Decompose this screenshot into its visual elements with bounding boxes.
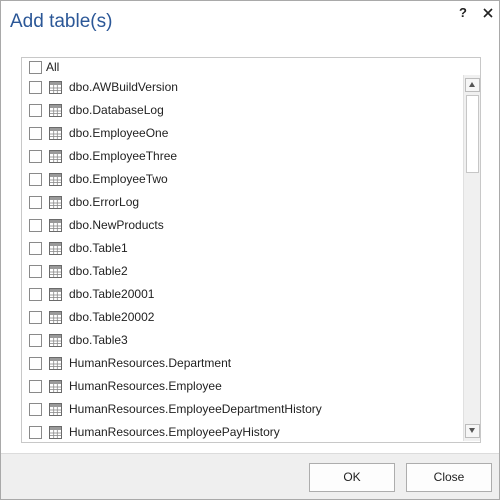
table-row[interactable]: dbo.Table2 <box>22 260 462 283</box>
table-icon <box>49 242 62 255</box>
scroll-down-arrow-icon[interactable] <box>465 424 480 438</box>
table-checkbox[interactable] <box>29 311 42 324</box>
table-icon <box>49 357 62 370</box>
table-row[interactable]: dbo.Table20002 <box>22 306 462 329</box>
table-icon <box>49 81 62 94</box>
table-name-label: dbo.DatabaseLog <box>69 103 164 117</box>
dialog-footer: OK Close <box>1 453 499 499</box>
table-name-label: dbo.AWBuildVersion <box>69 80 178 94</box>
table-name-label: dbo.EmployeeOne <box>69 126 169 140</box>
table-name-label: dbo.EmployeeThree <box>69 149 178 163</box>
close-button[interactable]: Close <box>406 463 492 492</box>
table-icon <box>49 265 62 278</box>
table-row[interactable]: dbo.NewProducts <box>22 214 462 237</box>
table-name-label: HumanResources.Department <box>69 356 232 370</box>
table-name-label: dbo.Table1 <box>69 241 128 255</box>
table-row[interactable]: dbo.AWBuildVersion <box>22 76 462 99</box>
table-row[interactable]: dbo.DatabaseLog <box>22 99 462 122</box>
table-checkbox[interactable] <box>29 173 42 186</box>
table-icon <box>49 403 62 416</box>
table-checkbox[interactable] <box>29 426 42 439</box>
add-tables-dialog: Add table(s) ? All dbo.AWBuildVersion dbo… <box>0 0 500 500</box>
table-checkbox[interactable] <box>29 81 42 94</box>
table-checkbox[interactable] <box>29 265 42 278</box>
table-icon <box>49 426 62 439</box>
table-checkbox[interactable] <box>29 403 42 416</box>
table-checkbox[interactable] <box>29 196 42 209</box>
table-name-label: dbo.Table20002 <box>69 310 155 324</box>
table-row[interactable]: dbo.EmployeeOne <box>22 122 462 145</box>
table-name-label: dbo.Table20001 <box>69 287 155 301</box>
vertical-scrollbar[interactable] <box>463 75 480 441</box>
table-row[interactable]: dbo.EmployeeTwo <box>22 168 462 191</box>
table-checkbox[interactable] <box>29 150 42 163</box>
table-row[interactable]: dbo.Table1 <box>22 237 462 260</box>
table-icon <box>49 219 62 232</box>
table-checkbox[interactable] <box>29 288 42 301</box>
table-icon <box>49 288 62 301</box>
table-row[interactable]: dbo.EmployeeThree <box>22 145 462 168</box>
table-rows: dbo.AWBuildVersion dbo.DatabaseLog dbo.Emp… <box>22 76 462 442</box>
ok-button[interactable]: OK <box>309 463 395 492</box>
table-name-label: dbo.NewProducts <box>69 218 164 232</box>
table-name-label: HumanResources.EmployeeDepartmentHistory <box>69 402 322 416</box>
table-icon <box>49 196 62 209</box>
table-icon <box>49 334 62 347</box>
table-checkbox[interactable] <box>29 219 42 232</box>
table-name-label: dbo.Table2 <box>69 264 128 278</box>
table-name-label: dbo.ErrorLog <box>69 195 140 209</box>
help-icon[interactable]: ? <box>459 5 467 20</box>
table-row[interactable]: dbo.Table3 <box>22 329 462 352</box>
table-list: All dbo.AWBuildVersion dbo.DatabaseLog dbo… <box>21 57 481 443</box>
table-checkbox[interactable] <box>29 380 42 393</box>
scroll-up-arrow-icon[interactable] <box>465 78 480 92</box>
close-icon[interactable] <box>483 4 493 21</box>
table-icon <box>49 127 62 140</box>
select-all-label: All <box>46 60 60 74</box>
table-name-label: dbo.EmployeeTwo <box>69 172 168 186</box>
table-name-label: HumanResources.Employee <box>69 379 222 393</box>
table-name-label: HumanResources.EmployeePayHistory <box>69 425 280 439</box>
table-name-label: dbo.Table3 <box>69 333 128 347</box>
table-icon <box>49 311 62 324</box>
table-row[interactable]: HumanResources.EmployeeDepartmentHistory <box>22 398 462 421</box>
table-checkbox[interactable] <box>29 104 42 117</box>
table-checkbox[interactable] <box>29 127 42 140</box>
select-all-row[interactable]: All <box>22 58 462 76</box>
table-row[interactable]: HumanResources.Employee <box>22 375 462 398</box>
table-row[interactable]: HumanResources.EmployeePayHistory <box>22 421 462 442</box>
table-icon <box>49 150 62 163</box>
table-checkbox[interactable] <box>29 242 42 255</box>
table-row[interactable]: HumanResources.Department <box>22 352 462 375</box>
table-row[interactable]: dbo.Table20001 <box>22 283 462 306</box>
table-row[interactable]: dbo.ErrorLog <box>22 191 462 214</box>
table-icon <box>49 173 62 186</box>
scrollbar-thumb[interactable] <box>466 95 479 173</box>
dialog-title: Add table(s) <box>10 11 113 32</box>
table-checkbox[interactable] <box>29 357 42 370</box>
select-all-checkbox[interactable] <box>29 61 42 74</box>
table-checkbox[interactable] <box>29 334 42 347</box>
table-icon <box>49 380 62 393</box>
table-icon <box>49 104 62 117</box>
